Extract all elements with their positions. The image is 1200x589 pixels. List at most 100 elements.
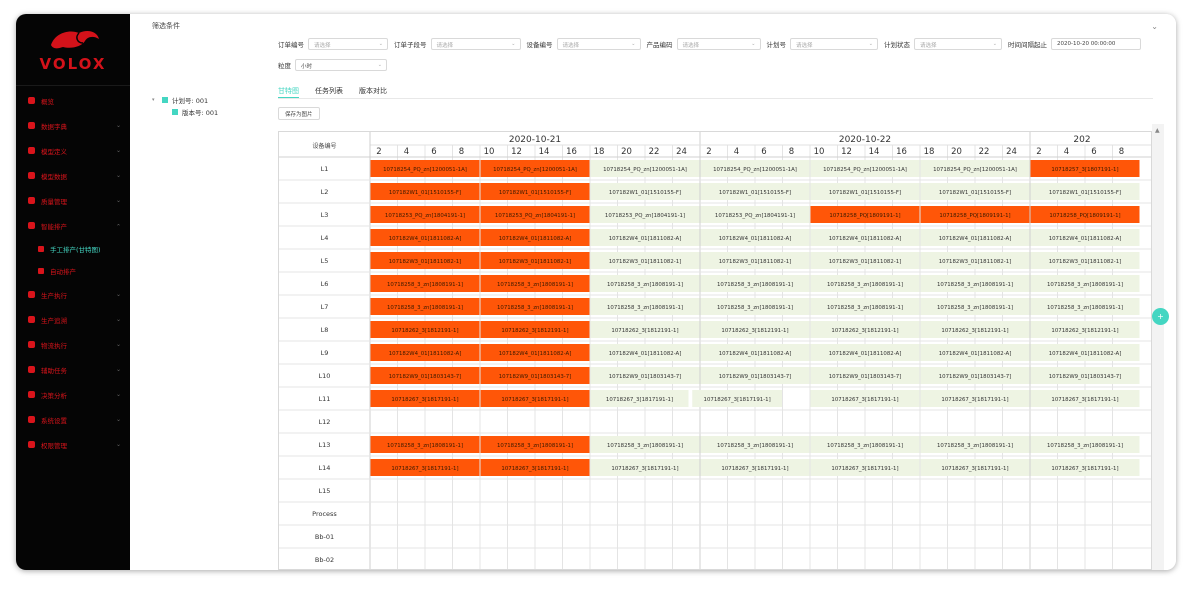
gantt-task-label: 10718258_3_zn[1808191-1]	[607, 305, 683, 311]
tree-item[interactable]: 版本号: 001	[152, 106, 218, 118]
sidebar-item-label: 权限管理	[41, 441, 67, 450]
menu-item-icon	[28, 222, 35, 229]
gantt-hour-label: 18	[924, 147, 935, 157]
tree-toggle-icon[interactable]: ▾	[152, 97, 158, 103]
collapse-chevron-icon[interactable]: ⌄	[1151, 22, 1158, 31]
menu-item-icon	[28, 341, 35, 348]
sidebar-item-6[interactable]: 手工排产(甘特图)	[16, 238, 130, 260]
checkbox-icon[interactable]	[162, 97, 168, 103]
gantt-hour-label: 12	[841, 147, 852, 157]
gantt-task-label: 107182W4_01[1811082-A]	[1049, 351, 1122, 357]
menu-item-icon	[38, 268, 44, 274]
gantt-day-label: 2020-10-21	[509, 135, 561, 145]
gantt-task-label: 107182W4_01[1811082-A]	[609, 236, 682, 242]
gantt-task-label: 10718258_3_zn[1808191-1]	[387, 282, 463, 288]
sidebar-item-3[interactable]: 模型数据 ⌄	[16, 163, 130, 188]
filter-row-2: 粒度 小时 ⌄	[278, 59, 387, 71]
chevron-down-icon: ⌄	[115, 416, 121, 423]
gantt-task-label: 10718258_3_zn[1808191-1]	[717, 443, 793, 449]
sidebar-item-10[interactable]: 物流执行 ⌄	[16, 332, 130, 357]
sidebar-item-label: 辅助任务	[41, 366, 67, 375]
gantt-day-label: 202	[1073, 135, 1090, 145]
sidebar-item-14[interactable]: 权限管理 ⌄	[16, 432, 130, 457]
gantt-row-label: Process	[312, 510, 337, 518]
gantt-task-label: 10718258_3_zn[1808191-1]	[937, 443, 1013, 449]
gantt-task-label: 10718258_3_zn[1808191-1]	[717, 305, 793, 311]
filter-select-3[interactable]: 请选择 ⌄	[676, 38, 761, 50]
sidebar-item-label: 智能排产	[41, 222, 67, 231]
sidebar-item-9[interactable]: 生产追溯 ⌄	[16, 307, 130, 332]
gantt-hour-label: 20	[951, 147, 962, 157]
filter-select-2[interactable]: 请选择 ⌄	[556, 38, 641, 50]
gantt-hour-label: 14	[869, 147, 880, 157]
gantt-hour-label: 24	[1006, 147, 1017, 157]
gantt-task-label: 107182W4_01[1811082-A]	[719, 236, 792, 242]
gantt-task-label: 10718253_PQ_zn[1804191-1]	[385, 213, 465, 219]
gantt-task-label: 10718258_3_zn[1808191-1]	[937, 305, 1013, 311]
sidebar-item-4[interactable]: 质量管理 ⌄	[16, 188, 130, 213]
gantt-task-label: 107182W4_01[1811082-A]	[829, 351, 902, 357]
gantt-row-label: L6	[321, 280, 329, 288]
vertical-scrollbar[interactable]: ▲	[1152, 124, 1164, 570]
gantt-task-label: 107182W9_01[1803143-7]	[609, 374, 681, 380]
gantt-task-label: 107182W1_01[1510155-F]	[719, 190, 791, 196]
tab-1[interactable]: 任务列表	[315, 86, 343, 98]
checkbox-icon[interactable]	[172, 109, 178, 115]
gantt-task-label: 107182W3_01[1811082-1]	[939, 259, 1011, 265]
scroll-up-icon[interactable]: ▲	[1155, 127, 1160, 134]
gantt-task-label: 107182W1_01[1510155-F]	[829, 190, 901, 196]
time-range-label: 时间间隔起止	[1008, 41, 1047, 49]
gantt-hour-label: 6	[761, 147, 766, 157]
granularity-select[interactable]: 小时 ⌄	[295, 59, 387, 71]
tab-2[interactable]: 版本对比	[359, 86, 387, 98]
gantt-task-label: 10718257_3[1807191-1]	[1051, 167, 1118, 173]
sidebar-item-13[interactable]: 系统设置 ⌄	[16, 407, 130, 432]
filter-select-1[interactable]: 请选择 ⌄	[430, 38, 521, 50]
gantt-task-label: 10718258_3_zn[1808191-1]	[497, 282, 573, 288]
sidebar-item-0[interactable]: 概览	[16, 88, 130, 113]
gantt-task-label: 10718258_3_zn[1808191-1]	[827, 443, 903, 449]
sidebar-item-11[interactable]: 辅助任务 ⌄	[16, 357, 130, 382]
filter-title: 筛选条件	[152, 22, 180, 30]
sidebar-item-label: 数据字典	[41, 122, 67, 131]
filter-select-4[interactable]: 请选择 ⌄	[790, 38, 878, 50]
time-range-input[interactable]: 2020-10-20 00:00:00	[1051, 38, 1141, 50]
sidebar-item-label: 生产执行	[41, 291, 67, 300]
gantt-task-label: 10718258_3_zn[1808191-1]	[827, 282, 903, 288]
menu-item-icon	[28, 316, 35, 323]
filter-select-0[interactable]: 请选择 ⌄	[308, 38, 388, 50]
sidebar-item-7[interactable]: 自动排产	[16, 260, 130, 282]
logo: VOLOX	[16, 14, 130, 86]
sidebar-item-5[interactable]: 智能排产 ⌄	[16, 213, 130, 238]
gantt-task-label: 10718258_3_zn[1808191-1]	[497, 443, 573, 449]
sidebar-item-8[interactable]: 生产执行 ⌄	[16, 282, 130, 307]
tree-item[interactable]: ▾ 计划号: 001	[152, 94, 218, 106]
ram-logo-icon	[51, 30, 99, 48]
gantt-task-label: 107182W1_01[1510155-F]	[609, 190, 681, 196]
chevron-down-icon: ⌄	[751, 41, 756, 47]
gantt-hour-label: 8	[459, 147, 464, 157]
gantt-task-label: 10718258_PQ[1809191-1]	[939, 213, 1010, 219]
sidebar-item-1[interactable]: 数据字典 ⌄	[16, 113, 130, 138]
gantt-row-label: L15	[319, 487, 331, 495]
gantt-task-label: 107182W4_01[1811082-A]	[499, 236, 572, 242]
sidebar-item-2[interactable]: 模型定义 ⌄	[16, 138, 130, 163]
side-float-icon[interactable]: +	[1152, 308, 1169, 325]
gantt-task-label: 107182W3_01[1811082-1]	[499, 259, 571, 265]
filter-row: 订单编号 请选择 ⌄ 订单子段号 请选择 ⌄ 设备编号 请选择 ⌄ 产品编码 请选择 ⌄ 计划号 请选择 ⌄…	[278, 38, 1141, 50]
sidebar-item-label: 模型定义	[41, 147, 67, 156]
chevron-down-icon: ⌄	[377, 62, 382, 68]
gantt-task-label: 107182W9_01[1803143-7]	[389, 374, 461, 380]
gantt-row-label: L1	[321, 165, 329, 173]
menu-item-icon	[28, 147, 35, 154]
gantt-hour-label: 12	[511, 147, 522, 157]
gantt-hour-label: 4	[404, 147, 409, 157]
sidebar-item-12[interactable]: 决策分析 ⌄	[16, 382, 130, 407]
export-image-button[interactable]: 保存为图片	[278, 107, 320, 120]
filter-placeholder: 请选择	[920, 43, 937, 49]
gantt-task-label: 10718253_PQ_zn[1804191-1]	[605, 213, 685, 219]
tab-0[interactable]: 甘特图	[278, 86, 299, 98]
gantt-hour-label: 6	[431, 147, 436, 157]
filter-select-5[interactable]: 请选择 ⌄	[914, 38, 1002, 50]
gantt-task-label: 10718262_3[1812191-1]	[611, 328, 678, 334]
